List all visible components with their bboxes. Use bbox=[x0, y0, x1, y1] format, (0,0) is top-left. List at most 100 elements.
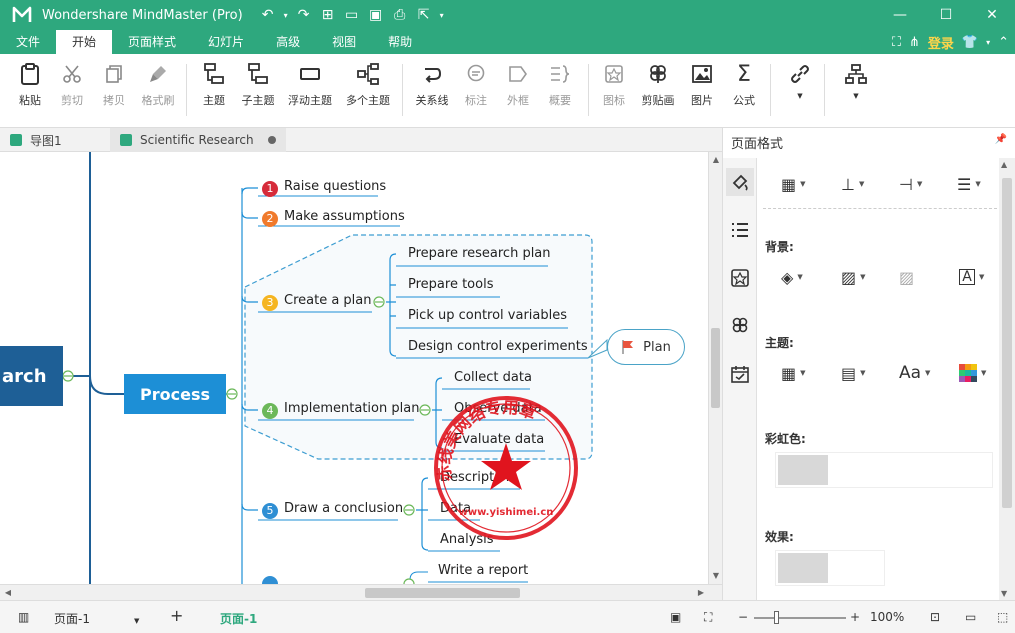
background-image-dropdown[interactable]: ▨ ▼ bbox=[841, 265, 866, 289]
pin-icon[interactable]: 📌 bbox=[995, 134, 1007, 145]
menu-tab-advanced[interactable]: 高级 bbox=[260, 30, 316, 54]
page-select-dropdown[interactable]: 页面-1 ▼ bbox=[54, 610, 139, 627]
dropdown-chevron-icon[interactable]: ▼ bbox=[853, 92, 858, 100]
shirt-icon[interactable]: 👕 bbox=[962, 35, 978, 50]
subtopic[interactable]: Prepare tools bbox=[408, 277, 493, 292]
theme-style-dropdown[interactable]: ▤ ▼ bbox=[841, 361, 866, 385]
mindmap-canvas[interactable]: arch Process 1 Raise questions 2 Make assu… bbox=[0, 152, 708, 584]
undo-icon[interactable]: ↶ bbox=[257, 4, 279, 26]
link-button[interactable]: ▼ bbox=[774, 62, 826, 120]
scroll-right-icon[interactable]: ▶ bbox=[695, 587, 707, 599]
login-button[interactable]: 登录 bbox=[928, 33, 954, 52]
layout-grid-dropdown[interactable]: ▦ ▼ bbox=[781, 172, 806, 196]
floating-topic-button[interactable]: 浮动主题 bbox=[284, 62, 336, 120]
scroll-up-icon[interactable]: ▲ bbox=[710, 154, 722, 166]
root-topic[interactable]: arch bbox=[0, 346, 63, 406]
subtopic[interactable]: Description bbox=[440, 470, 514, 485]
subtopic-button[interactable]: 子主题 bbox=[232, 62, 284, 120]
minimize-button[interactable]: — bbox=[877, 0, 923, 30]
active-page-tab[interactable]: 页面-1 bbox=[220, 610, 257, 627]
subtopic[interactable]: Pick up control variables bbox=[408, 308, 567, 323]
mark-panel-icon[interactable] bbox=[726, 264, 754, 292]
present-mode-icon[interactable]: ▭ bbox=[965, 610, 976, 624]
summary-button[interactable]: 概要 bbox=[534, 62, 586, 120]
fullscreen-icon[interactable]: ⛶ bbox=[892, 35, 901, 50]
zoom-slider[interactable] bbox=[754, 617, 846, 619]
zoom-slider-handle[interactable] bbox=[774, 611, 779, 624]
doc-tab-map1[interactable]: 导图1 bbox=[10, 128, 62, 152]
effect-picker[interactable] bbox=[775, 550, 885, 586]
unsaved-dot-icon[interactable] bbox=[267, 136, 276, 144]
structure-dropdown[interactable]: ⊥ ▼ bbox=[841, 172, 864, 196]
page-list-icon[interactable]: ▥ bbox=[18, 610, 29, 624]
share-icon[interactable]: ⋔ bbox=[909, 35, 920, 50]
menu-tab-start[interactable]: 开始 bbox=[56, 30, 113, 54]
maximize-button[interactable]: ☐ bbox=[923, 0, 969, 30]
outline-list-icon[interactable] bbox=[726, 216, 754, 244]
theme-color-dropdown[interactable]: ▼ bbox=[959, 361, 986, 385]
zoom-in-icon[interactable]: + bbox=[850, 610, 860, 624]
dropdown-chevron-icon[interactable]: ▾ bbox=[986, 38, 990, 47]
branch-topic[interactable]: 1 Raise questions bbox=[262, 179, 386, 197]
formula-button[interactable]: Σ 公式 bbox=[718, 62, 770, 120]
subtopic[interactable]: Write a report bbox=[438, 563, 528, 578]
rainbow-color-picker[interactable] bbox=[775, 452, 993, 488]
multi-topic-button[interactable]: 多个主题 bbox=[342, 62, 394, 120]
add-page-icon[interactable]: + bbox=[170, 606, 183, 625]
new-file-icon[interactable]: ⊞ bbox=[317, 4, 339, 26]
fullscreen-icon[interactable]: ⛶ bbox=[704, 610, 712, 625]
scrollbar-thumb[interactable] bbox=[365, 588, 520, 598]
task-calendar-icon[interactable] bbox=[726, 360, 754, 388]
horizontal-scrollbar[interactable]: ◀ ▶ bbox=[0, 584, 722, 600]
dropdown-chevron-icon[interactable]: ▾ bbox=[281, 4, 291, 26]
subtopic[interactable]: Collect data bbox=[454, 370, 532, 385]
watermark-dropdown[interactable]: A ▼ bbox=[959, 265, 984, 289]
branch-topic[interactable]: 5 Draw a conclusion bbox=[262, 501, 403, 519]
fit-window-icon[interactable]: ⊡ bbox=[930, 610, 940, 624]
subtopic[interactable]: Design control experiments bbox=[408, 339, 588, 354]
dropdown-chevron-icon[interactable]: ▼ bbox=[797, 92, 802, 100]
dropdown-chevron-icon[interactable]: ▾ bbox=[437, 4, 447, 26]
zoom-level[interactable]: 100% bbox=[870, 610, 904, 624]
subtopic[interactable]: Data bbox=[440, 501, 471, 516]
zoom-out-icon[interactable]: − bbox=[738, 610, 748, 624]
layout-button[interactable]: ▼ bbox=[830, 62, 882, 120]
scroll-down-icon[interactable]: ▼ bbox=[710, 570, 722, 582]
subtopic[interactable]: Evaluate data bbox=[454, 432, 544, 447]
remove-background-button[interactable]: ▨ bbox=[899, 265, 914, 289]
subtopic[interactable]: Prepare research plan bbox=[408, 246, 551, 261]
redo-icon[interactable]: ↷ bbox=[293, 4, 315, 26]
menu-tab-page-style[interactable]: 页面样式 bbox=[112, 30, 192, 54]
panel-toggle-icon[interactable]: ⬚ bbox=[997, 610, 1008, 624]
main-topic-process[interactable]: Process bbox=[124, 374, 226, 414]
export-icon[interactable]: ⇱ bbox=[413, 4, 435, 26]
fit-page-icon[interactable]: ▣ bbox=[670, 610, 681, 624]
theme-dropdown[interactable]: ▦ ▼ bbox=[781, 361, 806, 385]
scroll-up-icon[interactable]: ▲ bbox=[1001, 160, 1007, 169]
subtopic[interactable]: Observe data bbox=[454, 401, 542, 416]
save-icon[interactable]: ▣ bbox=[365, 4, 387, 26]
scroll-down-icon[interactable]: ▼ bbox=[1001, 589, 1007, 598]
open-file-icon[interactable]: ▭ bbox=[341, 4, 363, 26]
format-painter-button[interactable]: 格式刷 bbox=[132, 62, 184, 120]
connector-style-dropdown[interactable]: ⊣ ▼ bbox=[899, 172, 922, 196]
plan-callout[interactable]: Plan bbox=[607, 329, 685, 365]
collapse-ribbon-icon[interactable]: ⌃ bbox=[998, 35, 1009, 50]
menu-tab-file[interactable]: 文件 bbox=[0, 30, 56, 54]
fill-color-dropdown[interactable]: ◈ ▼ bbox=[781, 265, 803, 289]
close-button[interactable]: ✕ bbox=[969, 0, 1015, 30]
theme-font-dropdown[interactable]: Aa ▼ bbox=[899, 361, 930, 385]
numbering-dropdown[interactable]: ☰ ▼ bbox=[957, 172, 981, 196]
clipart-panel-icon[interactable] bbox=[726, 312, 754, 340]
branch-topic[interactable]: 2 Make assumptions bbox=[262, 209, 405, 227]
scrollbar-thumb[interactable] bbox=[1002, 178, 1012, 508]
branch-topic[interactable]: 3 Create a plan bbox=[262, 293, 372, 311]
scrollbar-thumb[interactable] bbox=[711, 328, 720, 408]
doc-tab-scientific-research[interactable]: Scientific Research bbox=[110, 128, 286, 152]
menu-tab-slides[interactable]: 幻灯片 bbox=[192, 30, 260, 54]
menu-tab-view[interactable]: 视图 bbox=[316, 30, 372, 54]
page-format-tab-icon[interactable] bbox=[726, 168, 754, 196]
vertical-scrollbar[interactable]: ▲ ▼ bbox=[708, 152, 722, 584]
scroll-left-icon[interactable]: ◀ bbox=[2, 587, 14, 599]
branch-topic[interactable]: 4 Implementation plan bbox=[262, 401, 419, 419]
